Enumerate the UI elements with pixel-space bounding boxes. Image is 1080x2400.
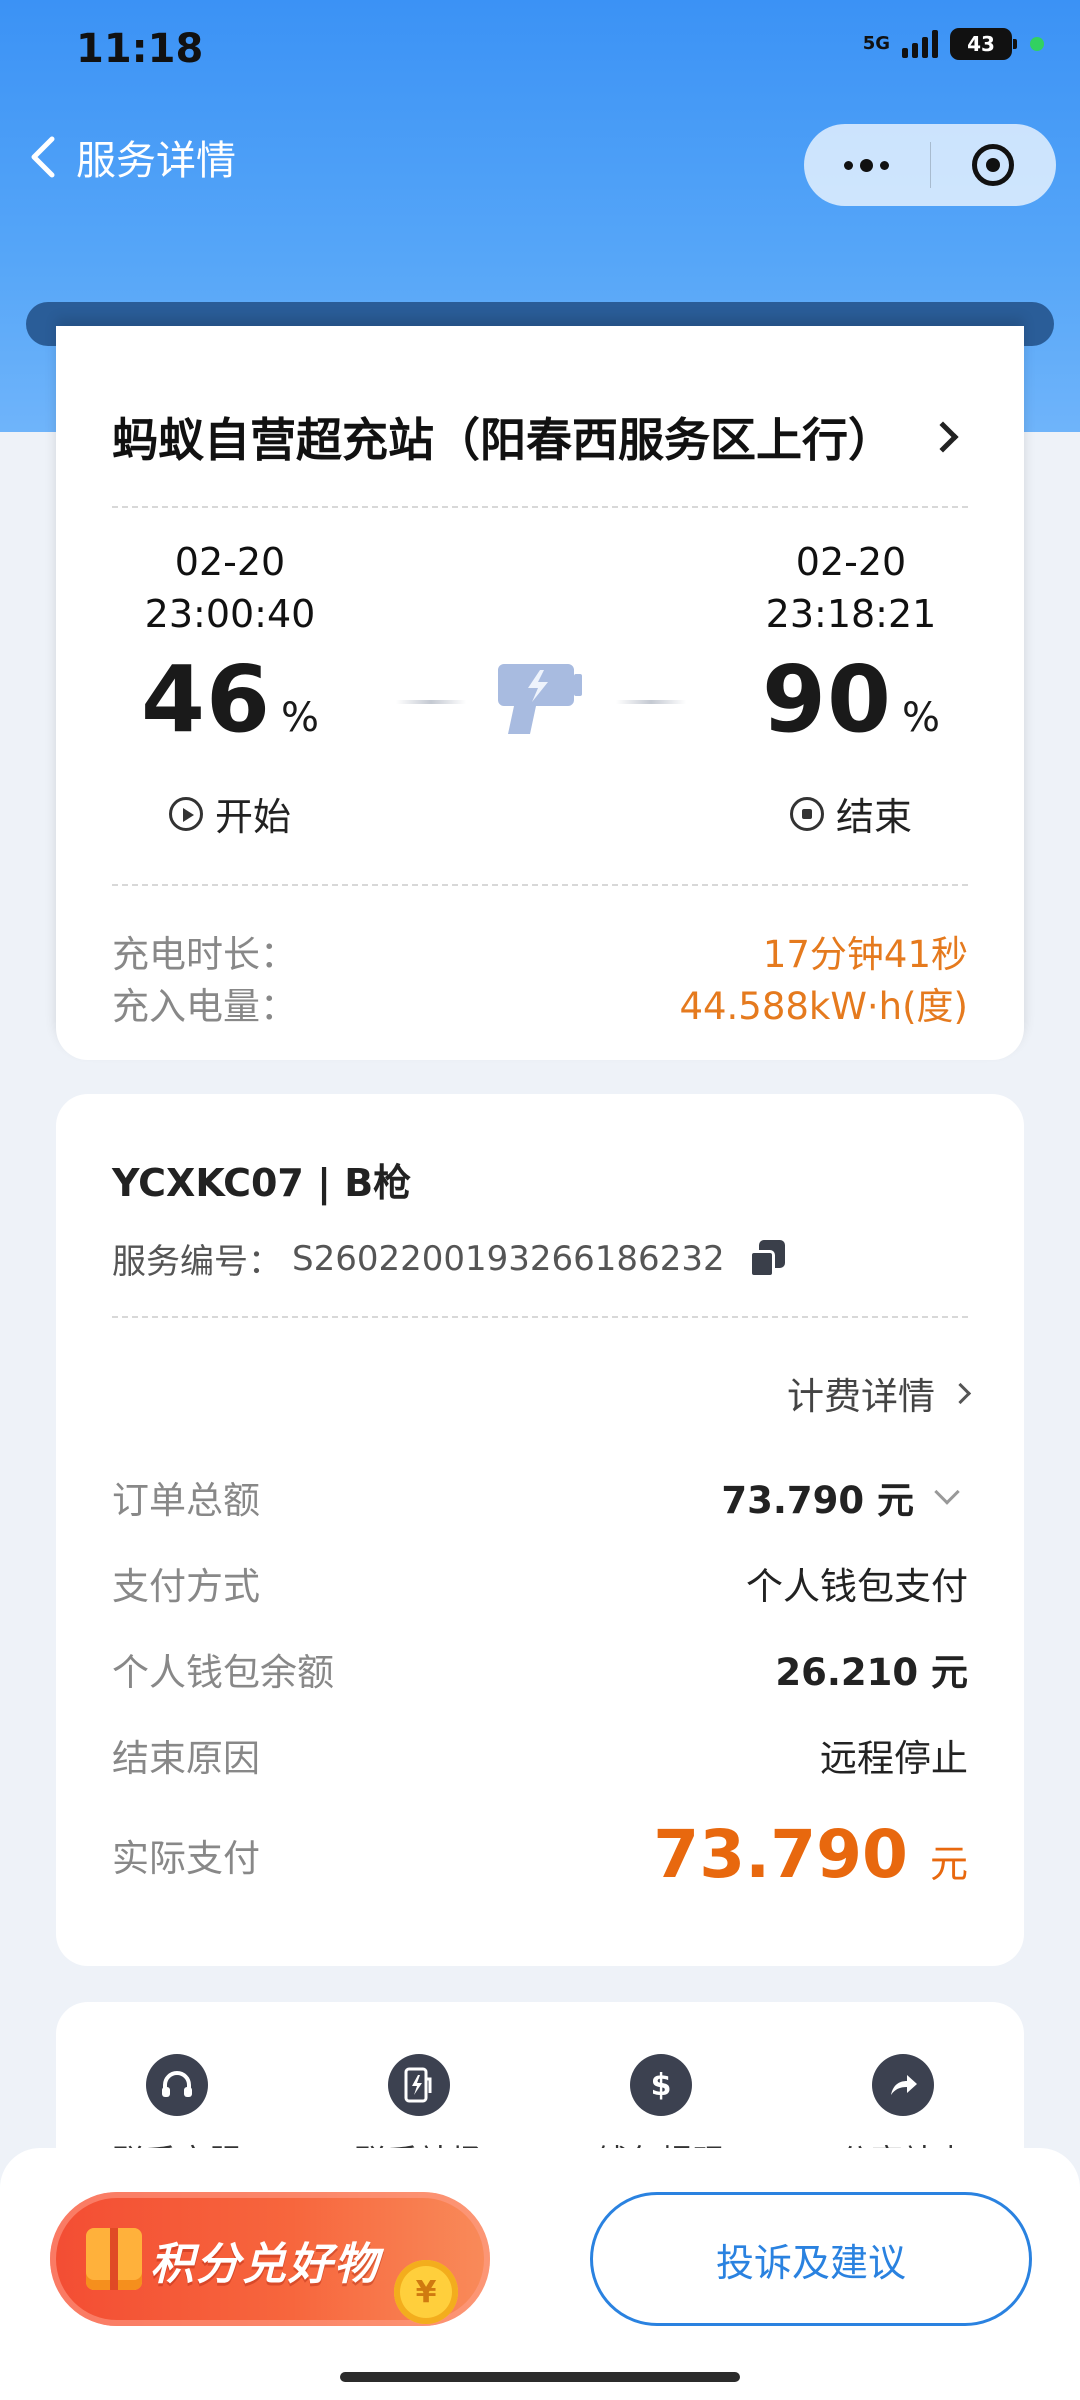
station-link[interactable]: 蚂蚁自营超充站（阳春西服务区上行） [112, 404, 968, 470]
start-indicator: 开始 [110, 786, 350, 841]
actual-payment-label: 实际支付 [112, 1836, 260, 1880]
stop-circle-icon [789, 796, 824, 831]
close-miniprogram-button[interactable] [931, 124, 1057, 206]
signal-icon [902, 30, 938, 58]
end-reason-label: 结束原因 [112, 1737, 260, 1780]
energy-value: 44.588kW·h(度) [679, 985, 968, 1028]
order-total-value: 73.790 元 [721, 1479, 914, 1522]
end-clock: 23:18:21 [765, 592, 937, 636]
actual-payment-currency: 元 [929, 1842, 968, 1886]
coin-icon: ¥ [394, 2260, 458, 2324]
wallet-balance-row: 个人钱包余额 26.210 元 [112, 1642, 968, 1696]
more-button[interactable] [804, 124, 930, 206]
billing-details-link[interactable]: 计费详情 [787, 1366, 972, 1420]
start-label: 开始 [214, 795, 291, 839]
divider [112, 884, 968, 886]
duration-row: 充电时长： 17分钟41秒 [112, 924, 968, 978]
payment-method-value: 个人钱包支付 [746, 1565, 968, 1608]
battery-icon: 43 [950, 28, 1017, 60]
progress-line [616, 700, 686, 704]
actual-payment-amount: 73.790 [653, 1816, 908, 1893]
service-number-row: 服务编号： S2602200193266186232 [112, 1234, 787, 1283]
end-date: 02-20 [795, 540, 907, 584]
duration-label: 充电时长： [112, 933, 297, 976]
network-label: 5G [862, 33, 890, 54]
actual-payment-row: 实际支付 73.790 元 [112, 1816, 968, 1893]
wallet-balance-label: 个人钱包余额 [112, 1651, 334, 1694]
start-date: 02-20 [174, 540, 286, 584]
wallet-balance-value: 26.210 元 [775, 1651, 968, 1694]
end-percent: 90% [761, 646, 941, 753]
end-indicator: 结束 [731, 786, 971, 841]
progress-line [396, 700, 466, 704]
end-label: 结束 [835, 795, 912, 839]
charging-summary-card: 蚂蚁自营超充站（阳春西服务区上行） 02-20 23:00:40 02-20 2… [56, 326, 1024, 1060]
back-arrow-icon [31, 136, 55, 178]
start-percent: 46% [140, 646, 320, 753]
chevron-right-icon [949, 1382, 972, 1404]
share-icon [872, 2054, 934, 2116]
energy-label: 充入电量： [112, 985, 297, 1028]
start-clock: 23:00:40 [144, 592, 316, 636]
money-icon: $ [630, 2054, 692, 2116]
points-mall-label: 积分兑好物 [150, 2239, 380, 2290]
gift-icon [86, 2228, 142, 2290]
payment-method-label: 支付方式 [112, 1565, 260, 1608]
home-indicator[interactable] [340, 2372, 740, 2382]
charger-gun-icon [498, 664, 582, 734]
chevron-down-icon[interactable] [934, 1479, 960, 1505]
points-mall-banner[interactable]: 积分兑好物 ¥ [50, 2192, 490, 2326]
status-indicators: 5G 43 [863, 28, 1044, 60]
end-reason-row: 结束原因 远程停止 [112, 1728, 968, 1782]
privacy-dot-icon [1030, 37, 1044, 51]
order-total-label: 订单总额 [112, 1479, 260, 1522]
service-detail-card: YCXKC07 | B枪 服务编号： S2602200193266186232 … [56, 1094, 1024, 1966]
energy-row: 充入电量： 44.588kW·h(度) [112, 976, 968, 1030]
billing-details-label: 计费详情 [787, 1375, 935, 1418]
duration-value: 17分钟41秒 [762, 933, 968, 976]
payment-method-row: 支付方式 个人钱包支付 [112, 1556, 968, 1610]
more-dots-icon [844, 158, 890, 172]
back-button[interactable]: 服务详情 [28, 126, 236, 188]
target-icon [972, 144, 1015, 186]
page-title: 服务详情 [76, 138, 236, 184]
headset-icon [146, 2054, 208, 2116]
copy-icon[interactable] [748, 1239, 787, 1278]
order-total-row[interactable]: 订单总额 73.790 元 [112, 1470, 968, 1524]
station-name: 蚂蚁自营超充站（阳春西服务区上行） [112, 413, 894, 467]
complaint-button[interactable]: 投诉及建议 [590, 2192, 1032, 2326]
status-bar: 11:18 5G 43 [0, 0, 1080, 100]
play-circle-icon [168, 796, 203, 831]
status-time: 11:18 [76, 26, 204, 72]
service-number-value: S2602200193266186232 [292, 1238, 725, 1279]
divider [112, 506, 968, 508]
end-time: 02-20 23:18:21 [731, 536, 971, 640]
miniprogram-capsule [804, 124, 1056, 206]
gun-id: YCXKC07 | B枪 [112, 1161, 412, 1205]
service-number-label: 服务编号： [112, 1242, 282, 1282]
start-time: 02-20 23:00:40 [110, 536, 350, 640]
end-reason-value: 远程停止 [820, 1737, 968, 1780]
charger-icon [388, 2054, 450, 2116]
chevron-right-icon [927, 421, 959, 453]
divider [112, 1316, 968, 1318]
